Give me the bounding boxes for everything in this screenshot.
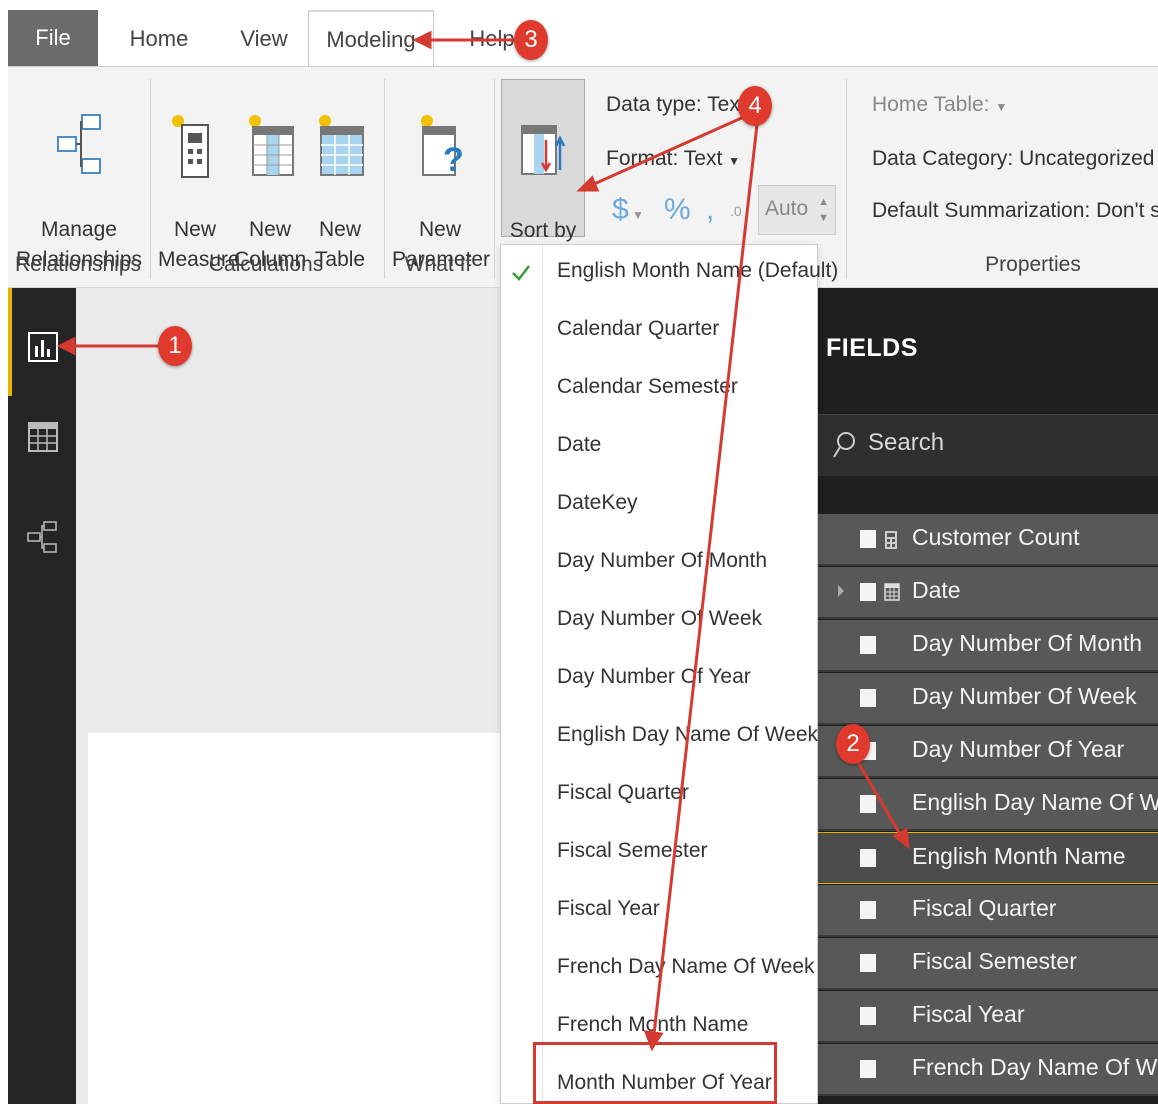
annotation-arrowhead-4a	[576, 175, 600, 192]
annotation-badge-4: 4	[738, 86, 772, 126]
annotation-arrow-4a	[593, 114, 747, 186]
annotation-badge-3: 3	[514, 20, 548, 60]
annotation-arrow-4b	[652, 115, 760, 1035]
annotation-arrowhead-1	[56, 336, 76, 356]
annotation-arrowhead-3	[412, 30, 432, 50]
annotation-arrow-2	[856, 761, 902, 835]
annotation-badge-1: 1	[158, 326, 192, 366]
annotation-arrowhead-4b	[643, 1030, 664, 1052]
annotation-badge-2: 2	[836, 724, 870, 764]
annotation-arrowhead-2	[892, 827, 910, 850]
annotation-arrows	[56, 30, 910, 1052]
